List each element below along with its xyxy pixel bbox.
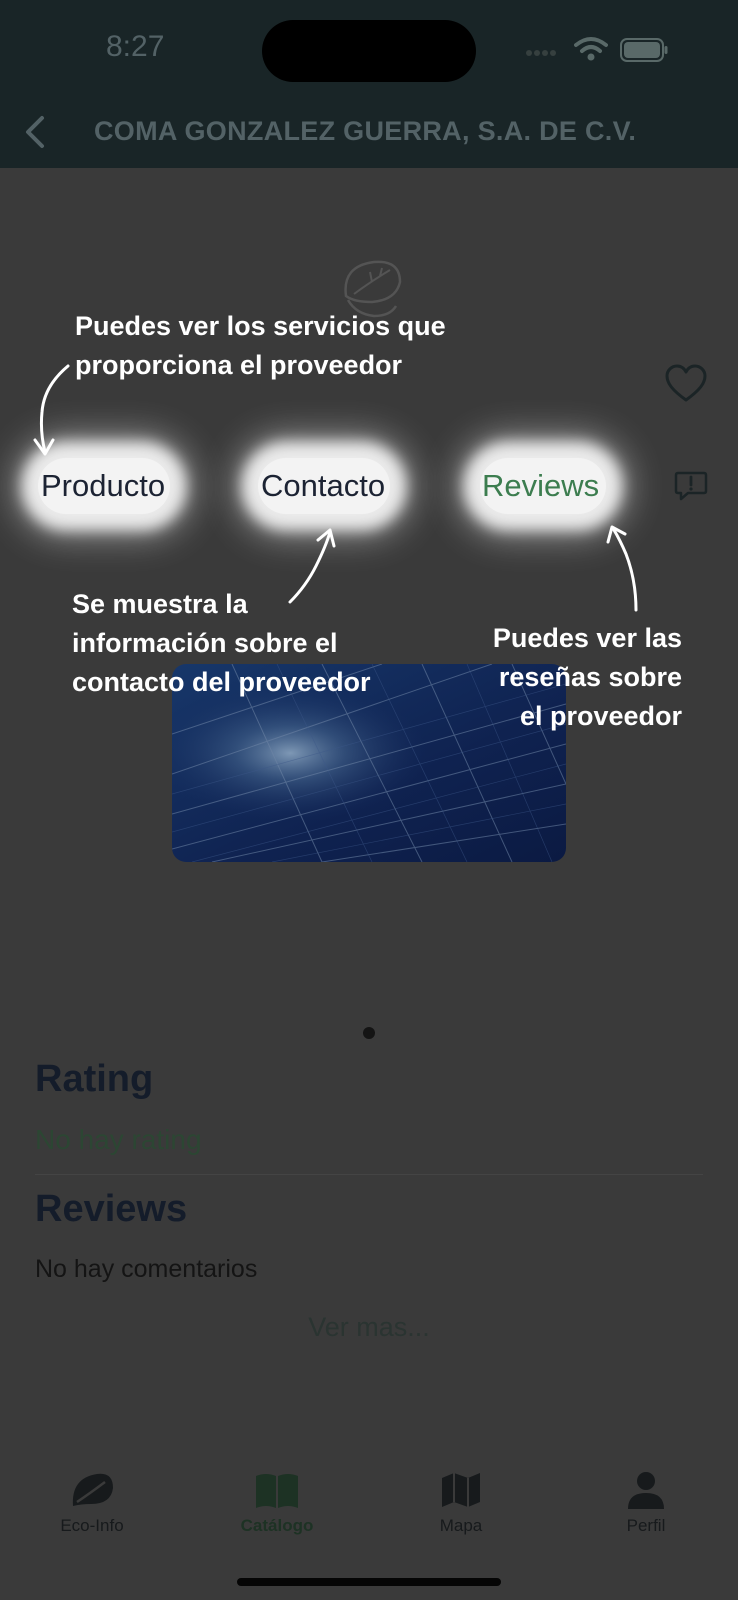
navigation-bar: COMA GONZALEZ GUERRA, S.A. DE C.V. (0, 100, 738, 168)
back-chevron-icon[interactable] (22, 114, 48, 150)
annotation-reviews: Puedes ver las reseñas sobre el proveedo… (492, 623, 682, 731)
book-icon (256, 1474, 298, 1508)
tab-contacto[interactable]: Contacto (261, 468, 385, 504)
reviews-title: Reviews (35, 1188, 188, 1230)
annotation-contacto: Se muestra la información sobre el conta… (72, 589, 371, 697)
map-icon (442, 1473, 480, 1507)
wifi-icon (574, 37, 608, 61)
tabbar-label-eco-info: Eco-Info (60, 1516, 124, 1535)
tabbar-item-catalogo[interactable]: Catálogo (207, 1458, 347, 1536)
see-more-link[interactable]: Ver mas... (0, 1312, 738, 1343)
tabbar-label-catalogo: Catálogo (240, 1516, 314, 1535)
see-more-label: Ver mas... (308, 1312, 430, 1342)
status-bar: 8:27 (0, 0, 738, 100)
home-indicator (237, 1578, 501, 1586)
tabbar-label-perfil: Perfil (626, 1516, 666, 1535)
tabbar-item-eco-info[interactable]: Eco-Info (22, 1458, 162, 1536)
heart-icon[interactable] (664, 364, 708, 404)
tabbar-label-mapa: Mapa (439, 1516, 483, 1535)
person-icon (628, 1472, 664, 1509)
cellular-signal-icon (526, 50, 556, 56)
section-divider (35, 1174, 703, 1175)
reviews-empty-text: No hay comentarios (35, 1255, 258, 1283)
page-title: COMA GONZALEZ GUERRA, S.A. DE C.V. (94, 116, 637, 146)
annotation-productos: Puedes ver los servicios que proporciona… (75, 311, 446, 380)
report-icon[interactable] (674, 470, 708, 502)
arrow-to-contacto-icon (288, 528, 336, 604)
tabbar-item-perfil[interactable]: Perfil (576, 1458, 716, 1536)
arrow-to-reviews-icon (606, 525, 638, 612)
rating-title: Rating (35, 1058, 154, 1100)
tab-reviews[interactable]: Reviews (482, 468, 599, 504)
tab-producto[interactable]: Producto (41, 468, 165, 504)
arrow-to-producto-icon (33, 364, 70, 456)
rating-value: No hay rating (35, 1124, 202, 1155)
battery-icon (620, 38, 668, 62)
carousel-page-indicator[interactable] (363, 1027, 375, 1039)
leaf-icon (72, 1473, 113, 1506)
tabbar-item-mapa[interactable]: Mapa (391, 1458, 531, 1536)
dynamic-island (262, 20, 476, 82)
status-time: 8:27 (106, 30, 165, 63)
